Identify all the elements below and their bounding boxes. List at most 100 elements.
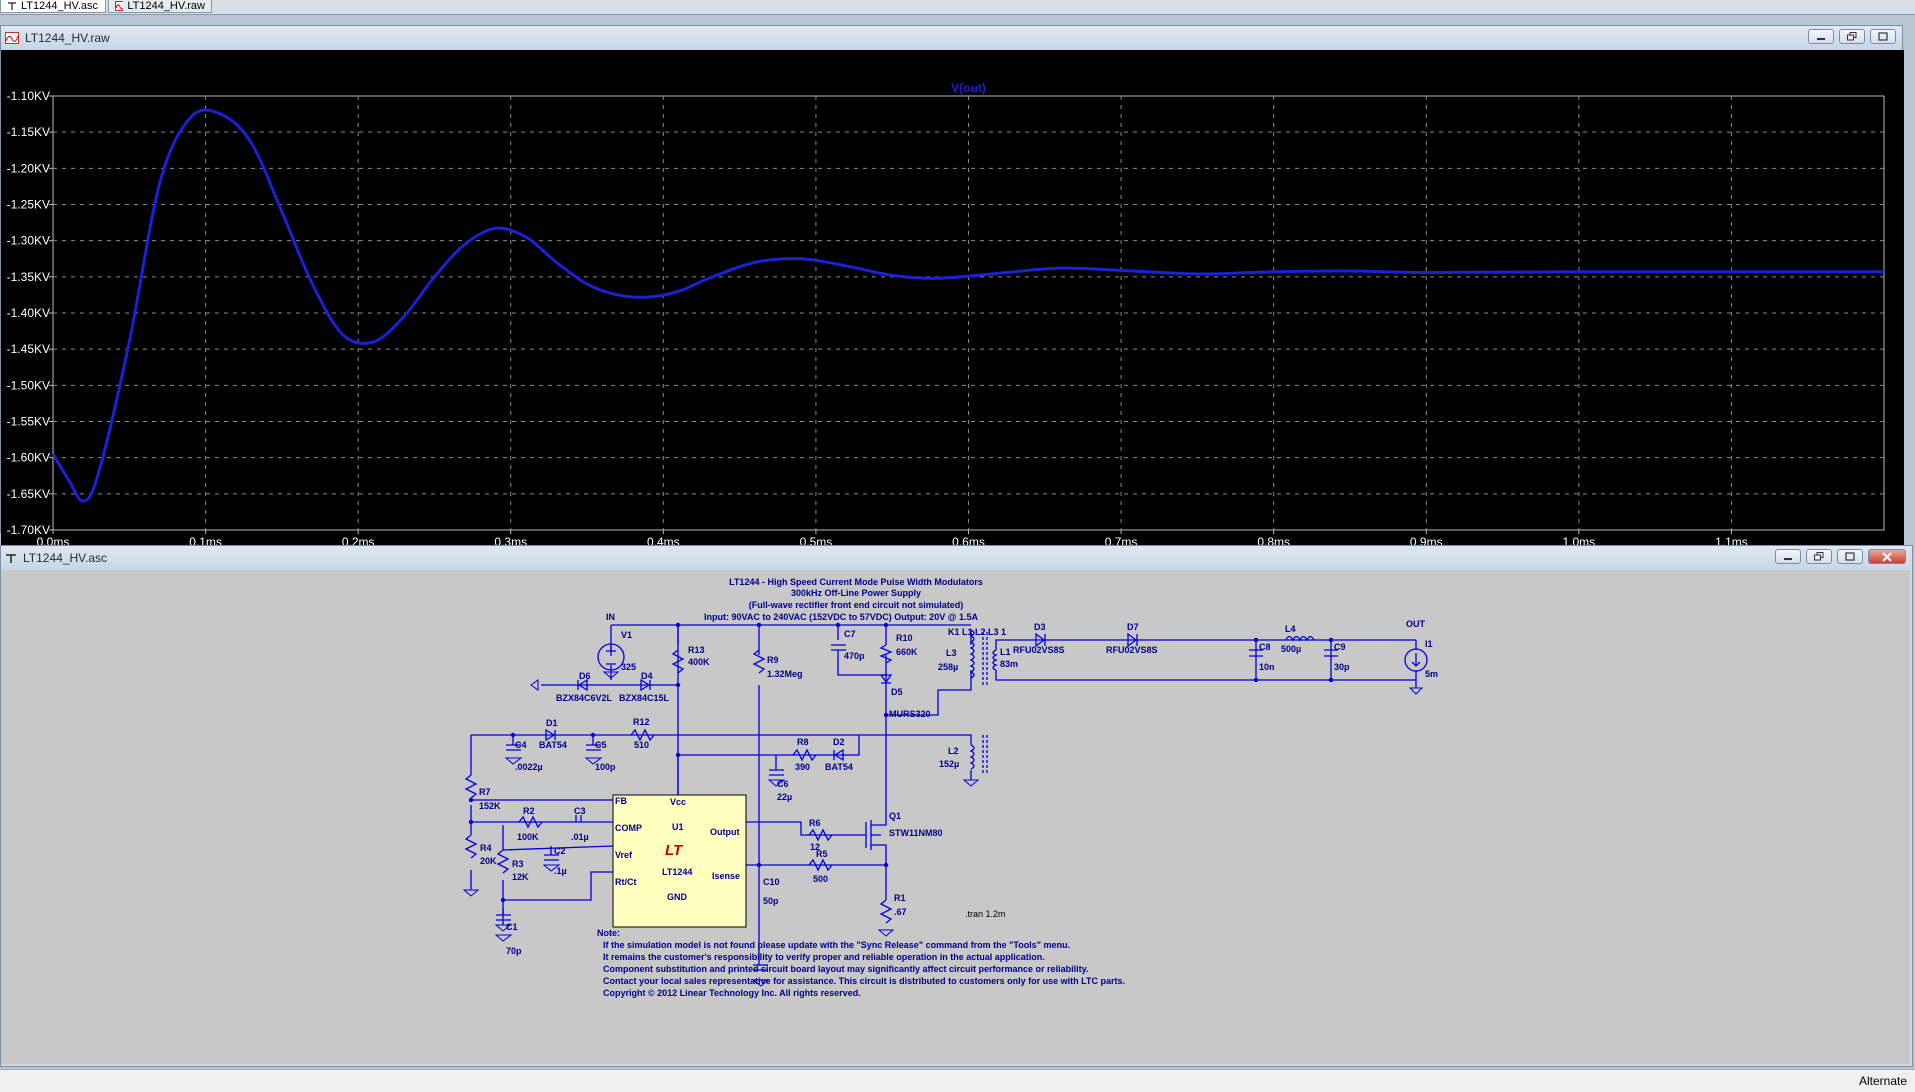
label-r6: R6 [809,818,821,828]
label-d7-value: RFU02VS8S [1106,645,1158,655]
label-d4-value: BZX84C15L [619,693,670,703]
schematic-window: LT1244_HV.asc FB COMP Vref Rt/Ct Vcc U1 … [0,545,1913,1067]
minimize-button[interactable] [1808,29,1834,44]
label-c10-value: 50p [763,896,779,906]
label-d2-value: BAT54 [825,762,853,772]
schematic-notes: Note: If the simulation model is not fou… [597,928,1125,998]
note-line-4: Contact your local sales representative … [603,976,1125,986]
schematic-window-titlebar[interactable]: LT1244_HV.asc [1,546,1912,569]
label-r13: R13 [688,645,705,655]
maximize-button[interactable] [1870,29,1896,44]
label-r12: R12 [633,717,650,727]
spice-directive[interactable]: .tran 1.2m [965,909,1006,919]
pin-isense: Isense [712,871,740,881]
label-k1: K1 L1 L2 L3 1 [948,627,1006,637]
y-tick-label: -1.50KV [7,378,50,392]
restore-icon [1847,32,1857,41]
y-tick-label: -1.15KV [7,125,50,139]
waveform-plot[interactable]: -1.10KV -1.15KV -1.20KV -1.25KV -1.30KV -1.35… [1,50,1904,556]
heading-line-3: (Full-wave rectifier front end circuit n… [749,600,964,610]
restore-button[interactable] [1839,29,1865,44]
ic-part: LT1244 [662,867,692,877]
trace-label-vout[interactable]: V(out) [951,81,986,95]
minimize-button[interactable] [1775,549,1801,564]
label-d3: D3 [1034,622,1046,632]
label-r5-value: 500 [813,874,828,884]
waveform-window-titlebar[interactable]: LT1244_HV.raw [1,26,1902,49]
label-c8-value: 10n [1259,662,1275,672]
tab-waveform[interactable]: LT1244_HV.raw [108,0,212,13]
label-r3-value: 12K [512,872,529,882]
waveform-window: LT1244_HV.raw -1.10KV -1.15KV -1.20KV -1.25… [0,25,1904,556]
y-tick-label: -1.35KV [7,270,50,284]
pin-rtct: Rt/Ct [615,877,637,887]
label-l1-value: 83m [1000,659,1018,669]
note-line-2: It remains the customer's responsibility… [603,952,1045,962]
label-r12-value: 510 [634,740,649,750]
label-c7: C7 [844,629,856,639]
tab-schematic[interactable]: LT1244_HV.asc [0,0,106,13]
schematic-icon [8,2,16,10]
label-r4-value: 20K [480,856,497,866]
label-d5-value: MURS320 [889,709,931,719]
label-c7-value: 470p [844,651,865,661]
y-tick-label: -1.55KV [7,415,50,429]
lt1244-ic[interactable] [612,794,747,928]
label-l4: L4 [1285,624,1296,634]
label-r4: R4 [480,843,492,853]
minimize-icon [1784,557,1792,560]
label-c8: C8 [1259,642,1271,652]
label-r13-value: 400K [688,657,710,667]
label-in: IN [606,612,615,622]
label-d6: D6 [579,671,591,681]
y-tick-label: -1.30KV [7,234,50,248]
label-c3: C3 [574,806,586,816]
close-button[interactable] [1868,549,1906,564]
label-r8-value: 390 [795,762,810,772]
y-tick-label: -1.10KV [7,89,50,103]
schematic-canvas[interactable]: FB COMP Vref Rt/Ct Vcc U1 LT1244 GND Out… [1,570,1910,1064]
label-l3: L3 [946,648,957,658]
heading-line-2: 300kHz Off-Line Power Supply [791,588,921,598]
label-out: OUT [1406,619,1426,629]
maximize-icon [1878,32,1888,41]
schematic-icon [6,553,16,563]
window-title: LT1244_HV.raw [25,30,110,45]
label-c4: C4 [515,740,527,750]
pin-gnd: GND [667,892,688,902]
label-q1: Q1 [889,811,901,821]
plot-pane[interactable]: -1.10KV -1.15KV -1.20KV -1.25KV -1.30KV -1.35… [1,50,1904,556]
schematic-drawing[interactable]: FB COMP Vref Rt/Ct Vcc U1 LT1244 GND Out… [1,570,1910,1064]
label-l1: L1 [1000,647,1011,657]
tab-label: LT1244_HV.raw [127,0,205,12]
schematic-heading: LT1244 - High Speed Current Mode Pulse W… [704,577,983,622]
label-l2-value: 152µ [939,759,959,769]
y-tick-label: -1.40KV [7,306,50,320]
restore-icon [1814,552,1824,561]
label-c2: C2 [554,846,566,856]
pin-vref: Vref [615,850,633,860]
document-tab-strip: LT1244_HV.asc LT1244_HV.raw [0,0,1915,15]
heading-line-4: Input: 90VAC to 240VAC (152VDC to 57VDC)… [704,612,978,622]
ic-ref: U1 [672,822,684,832]
label-v1: V1 [621,630,632,640]
maximize-button[interactable] [1837,549,1863,564]
note-line-5: Copyright © 2012 Linear Technology Inc. … [603,988,861,998]
label-d3-value: RFU02VS8S [1013,645,1065,655]
label-r7-value: 152K [479,801,501,811]
restore-button[interactable] [1806,549,1832,564]
label-r8: R8 [797,737,809,747]
label-r1-value: .67 [894,907,907,917]
maximize-icon [1845,552,1855,561]
label-r9: R9 [767,655,779,665]
heading-line-1: LT1244 - High Speed Current Mode Pulse W… [729,577,983,587]
label-c9: C9 [1334,642,1346,652]
window-title: LT1244_HV.asc [23,550,108,565]
status-text: Alternate [1858,1074,1907,1088]
minimize-icon [1817,37,1825,40]
label-r10-value: 660K [896,647,918,657]
label-c4-value: .0022µ [515,762,543,772]
label-d4: D4 [641,671,653,681]
label-r3: R3 [512,859,524,869]
waveform-icon [5,31,19,44]
